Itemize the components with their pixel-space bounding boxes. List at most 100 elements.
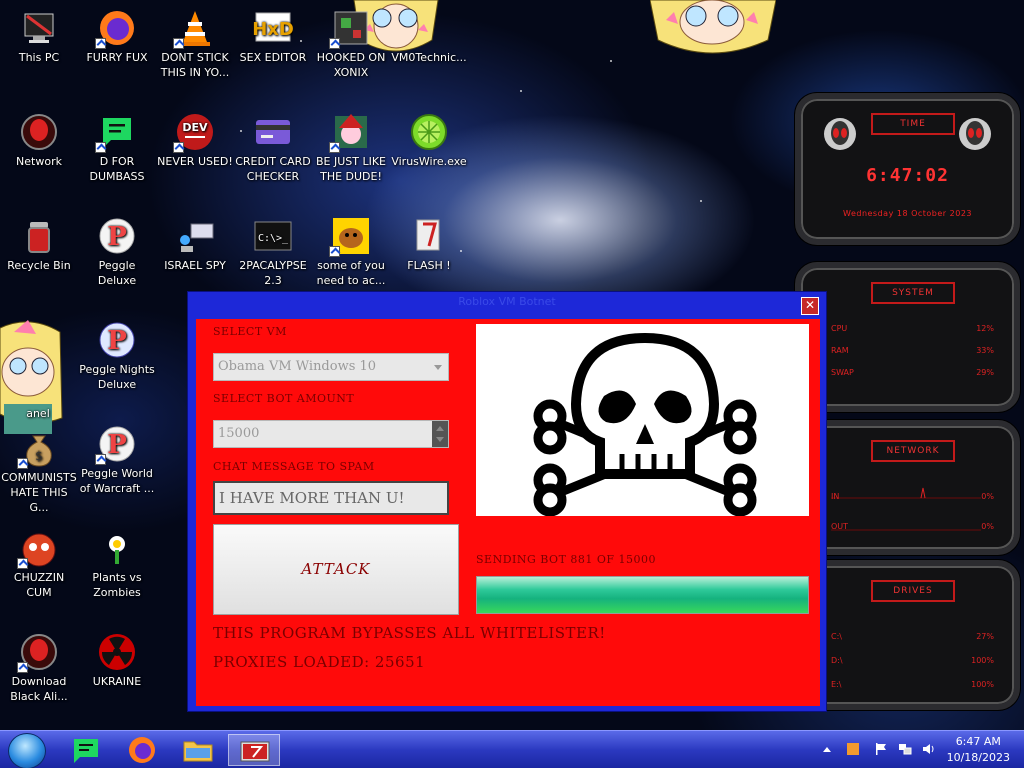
icon-label: CREDIT CARD CHECKER: [235, 155, 311, 183]
desktop-icon-d-for-dumbass[interactable]: D FOR DUMBASS: [78, 112, 156, 184]
network-spy-icon: [180, 223, 214, 252]
select-vm-dropdown[interactable]: Obama VM Windows 10: [213, 353, 449, 381]
desktop-icon-israel-spy[interactable]: ISRAEL SPY: [156, 216, 234, 273]
stepper-arrows[interactable]: [432, 421, 448, 447]
widget-clock: 6:47:02: [866, 165, 949, 186]
icon-label: D FOR DUMBASS: [89, 155, 145, 183]
icon-label: UKRAINE: [92, 675, 142, 688]
desktop-icon-never-used[interactable]: DEV NEVER USED!: [156, 112, 234, 169]
desktop-icon-network[interactable]: Network: [0, 112, 78, 169]
shortcut-arrow-icon: [173, 142, 184, 153]
row-label: C:\: [831, 632, 842, 641]
taskbar-clock[interactable]: 6:47 AM 10/18/2023: [947, 734, 1010, 766]
desktop-icon-control-panel[interactable]: anel: [0, 364, 52, 421]
row-value: 12%: [976, 324, 994, 333]
chat-message-input[interactable]: I HAVE MORE THAN U!: [213, 481, 449, 515]
icon-label: anel: [26, 407, 50, 420]
radiation-icon: [99, 634, 135, 670]
icon-label: ISRAEL SPY: [164, 259, 226, 272]
start-button[interactable]: [8, 733, 46, 768]
taskbar-botnet-app[interactable]: [228, 734, 280, 766]
desktop-icon-peggle-nights[interactable]: P Peggle Nights Deluxe: [78, 320, 156, 392]
desktop-icon-be-just-like-the-dude[interactable]: BE JUST LIKE THE DUDE!: [312, 112, 390, 184]
shortcut-arrow-icon: [17, 458, 28, 469]
shortcut-arrow-icon: [329, 246, 340, 257]
desktop-icon-communists[interactable]: $ COMMUNISTS HATE THIS G...: [0, 428, 78, 515]
icon-label: HOOKED ON XONIX: [316, 51, 386, 79]
close-button[interactable]: ✕: [801, 297, 819, 315]
stepper-arrows-icon: [436, 426, 444, 442]
desktop-icon-2pacalypse[interactable]: C:\>_ 2PACALYPSE 2.3: [234, 216, 312, 288]
plant-icon: [109, 536, 125, 564]
desktop-icon-recycle-bin[interactable]: Recycle Bin: [0, 216, 78, 273]
desktop-icon-credit-card-checker[interactable]: CREDIT CARD CHECKER: [234, 112, 312, 184]
flash-icon: [416, 219, 440, 251]
row-value: 0%: [981, 522, 994, 531]
svg-text:P: P: [107, 326, 127, 356]
row-label: RAM: [831, 346, 849, 355]
widget-date: Wednesday 18 October 2023: [843, 209, 972, 218]
limewire-icon: [411, 114, 447, 150]
network-icon[interactable]: [898, 742, 912, 756]
flag-icon[interactable]: [874, 742, 888, 756]
shortcut-arrow-icon: [95, 142, 106, 153]
shortcut-arrow-icon: [17, 662, 28, 673]
alien-head-icon: [824, 118, 856, 150]
bypass-text: THIS PROGRAM BYPASSES ALL WHITELISTER!: [213, 624, 606, 642]
icon-label: FLASH !: [407, 259, 451, 272]
svg-text:DEV: DEV: [182, 121, 208, 134]
icon-label: SEX EDITOR: [239, 51, 307, 64]
alien-head-icon: [959, 118, 991, 150]
terminal-icon: C:\>_: [254, 221, 292, 251]
row-value: 29%: [976, 368, 994, 377]
alien-head-icon: [21, 114, 57, 150]
chat-message-label: CHAT MESSAGE TO SPAM: [213, 460, 375, 473]
chat-message-value: I HAVE MORE THAN U!: [219, 489, 405, 507]
app-tray-icon[interactable]: [846, 742, 860, 756]
ram-row: RAM 33%: [831, 346, 994, 355]
volume-icon[interactable]: [922, 742, 936, 756]
hex-editor-icon: HxD: [252, 12, 294, 42]
star: [520, 90, 522, 92]
icon-label: DONT STICK THIS IN YO...: [160, 51, 230, 79]
shortcut-arrow-icon: [17, 558, 28, 569]
folder-icon: [183, 741, 213, 762]
desktop-icon-sex-editor[interactable]: HxD SEX EDITOR: [234, 8, 312, 65]
taskbar-firefox[interactable]: [116, 734, 168, 766]
desktop-icon-dont-stick[interactable]: DONT STICK THIS IN YO...: [156, 8, 234, 80]
icon-label: some of you need to ac...: [316, 259, 386, 287]
progress-fill: [477, 577, 808, 613]
desktop-icon-some-of-you[interactable]: some of you need to ac...: [312, 216, 390, 288]
desktop-icon-peggle-deluxe[interactable]: P Peggle Deluxe: [78, 216, 156, 288]
drives-widget: DRIVES C:\ 27% D:\ 100% E:\ 100%: [795, 560, 1020, 710]
progress-bar: [476, 576, 809, 614]
desktop-icon-hooked-on-xonix[interactable]: HOOKED ON XONIX: [312, 8, 390, 80]
row-value: 100%: [971, 680, 994, 689]
cartoon-character-decoration-2: [650, 0, 776, 54]
icon-label: FURRY FUX: [86, 51, 148, 64]
row-label: SWAP: [831, 368, 854, 377]
desktop-icon-ukraine[interactable]: UKRAINE: [78, 632, 156, 689]
bot-amount-stepper[interactable]: 15000: [213, 420, 449, 448]
desktop-icon-viruswire[interactable]: VirusWire.exe: [390, 112, 468, 169]
clock-time: 6:47 AM: [955, 735, 1001, 748]
icon-label: NEVER USED!: [157, 155, 233, 168]
desktop-icon-vm0technic[interactable]: VM0Technic...: [390, 8, 468, 65]
chevron-up-icon[interactable]: [820, 742, 834, 756]
desktop-icon-download-black-alien[interactable]: Download Black Ali...: [0, 632, 78, 704]
chat-bubble-icon: [74, 739, 98, 763]
desktop-icon-furry-fux[interactable]: FURRY FUX: [78, 8, 156, 65]
row-value: 100%: [971, 656, 994, 665]
taskbar-chat-app[interactable]: [60, 734, 112, 766]
desktop-icon-flash[interactable]: FLASH !: [390, 216, 468, 273]
desktop-icon-plants-vs-zombies[interactable]: Plants vs Zombies: [78, 528, 156, 600]
taskbar-file-explorer[interactable]: [172, 734, 224, 766]
svg-text:P: P: [107, 222, 127, 252]
desktop-icon-peggle-wow[interactable]: P Peggle World of Warcraft ...: [78, 424, 156, 496]
net-in-row: IN 0%: [831, 492, 994, 501]
skull-crossbones-icon: [533, 332, 757, 517]
desktop-icon-chuzzin[interactable]: CHUZZIN CUM: [0, 528, 78, 600]
desktop-icon-this-pc[interactable]: This PC: [0, 8, 78, 65]
row-label: IN: [831, 492, 840, 501]
attack-button[interactable]: ATTACK: [213, 524, 459, 615]
